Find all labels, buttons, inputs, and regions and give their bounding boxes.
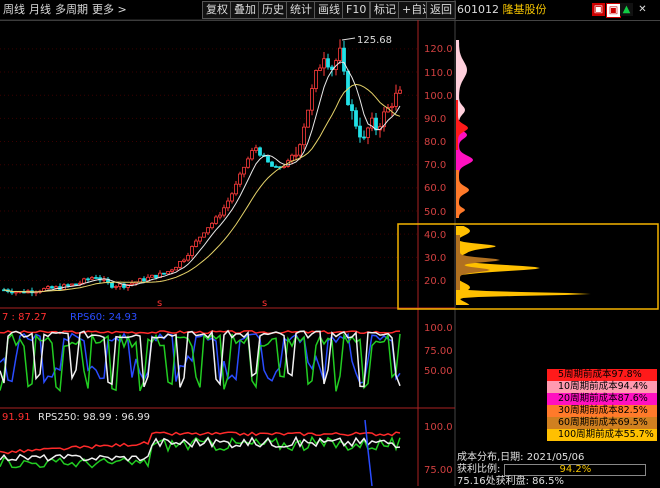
signal-marker: s xyxy=(157,298,162,309)
high-annotation: 125.68 xyxy=(341,35,392,46)
rps2-green-line xyxy=(0,435,401,469)
profit-label: 获利比例: xyxy=(457,464,501,475)
legend-item: 10周期前成本94.4% xyxy=(547,381,657,393)
y-tick: 60.0 xyxy=(424,183,446,194)
y-tick: 70.0 xyxy=(424,160,446,171)
y-tick: 20.0 xyxy=(424,276,446,287)
profit-value: 94.2% xyxy=(504,464,647,476)
rps2-y-tick: 100.0 xyxy=(424,422,453,433)
y-tick: 100.0 xyxy=(424,91,453,102)
rps1-value-a: 7 : 87.27 xyxy=(2,312,47,323)
y-tick: 120.0 xyxy=(424,44,453,55)
rps1-y-tick: 50.00 xyxy=(424,366,453,377)
legend-item: 5周期前成本97.8% xyxy=(547,369,657,381)
rps1-y-tick: 75.00 xyxy=(424,346,453,357)
y-tick: 110.0 xyxy=(424,68,453,79)
legend-item: 100周期前成本55.7% xyxy=(547,429,657,441)
high-label: 125.68 xyxy=(357,35,392,46)
signal-marker: s xyxy=(262,298,267,309)
chip-distribution xyxy=(456,40,591,305)
cost-legend: 5周期前成本97.8% 10周期前成本94.4% 20周期前成本87.6% 30… xyxy=(547,369,657,441)
y-tick: 50.0 xyxy=(424,207,446,218)
y-tick: 80.0 xyxy=(424,137,446,148)
legend-item: 20周期前成本87.6% xyxy=(547,393,657,405)
rps2-value-a: 91.91 xyxy=(2,412,31,423)
rps1-green-line xyxy=(0,332,401,393)
dist-label: 成本分布,日期: xyxy=(457,452,524,463)
dist-date: 2021/05/06 xyxy=(526,452,585,463)
price-gridlines xyxy=(0,48,418,281)
rps2-value-b: RPS250: 98.99 : 96.99 xyxy=(38,412,150,423)
rps2-blue-line xyxy=(364,419,373,486)
cost-info: 成本分布,日期: 2021/05/06 获利比例: 94.2% 75.16处获利盘… xyxy=(457,452,647,488)
rps2-y-tick: 75.00 xyxy=(424,465,453,476)
legend-item: 30周期前成本82.5% xyxy=(547,405,657,417)
rps2-red-line xyxy=(0,431,401,455)
y-tick: 90.0 xyxy=(424,114,446,125)
y-tick: 30.0 xyxy=(424,253,446,264)
candlesticks xyxy=(2,39,402,297)
legend-item: 60周期前成本69.5% xyxy=(547,417,657,429)
y-tick: 40.0 xyxy=(424,230,446,241)
rps1-value-b: RPS60: 24.93 xyxy=(70,312,137,323)
extra-info: 75.16处获利盘: 86.5% xyxy=(457,476,564,487)
rps1-y-tick: 100.0 xyxy=(424,323,453,334)
